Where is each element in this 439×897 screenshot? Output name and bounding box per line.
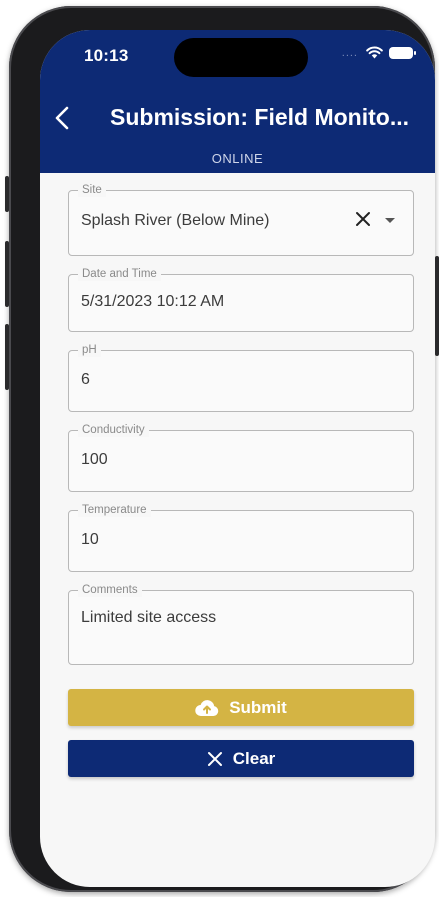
mute-switch bbox=[5, 176, 9, 212]
power-button bbox=[435, 256, 439, 356]
comments-field[interactable]: Comments Limited site access bbox=[68, 583, 414, 665]
volume-up-button bbox=[5, 241, 9, 307]
cloud-upload-icon bbox=[195, 699, 219, 716]
clear-button[interactable]: Clear bbox=[68, 740, 414, 777]
status-time: 10:13 bbox=[84, 46, 129, 65]
app-header: 10:13 .... Submission: Field Monito... O… bbox=[40, 30, 435, 173]
clear-label: Clear bbox=[232, 748, 276, 768]
datetime-value: 5/31/2023 10:12 AM bbox=[81, 293, 225, 310]
site-select[interactable]: Site Splash River (Below Mine) bbox=[68, 183, 414, 256]
clear-site-icon[interactable] bbox=[355, 211, 371, 232]
temperature-field[interactable]: Temperature 10 bbox=[68, 503, 414, 572]
caret-down-icon[interactable] bbox=[385, 218, 395, 223]
temperature-label: Temperature bbox=[78, 503, 151, 517]
connection-status: ONLINE bbox=[211, 151, 264, 166]
phone-frame: 10:13 .... Submission: Field Monito... O… bbox=[5, 6, 439, 892]
wifi-icon bbox=[366, 46, 383, 59]
site-label: Site bbox=[78, 183, 106, 197]
comments-value: Limited site access bbox=[81, 609, 217, 626]
chevron-left-icon bbox=[55, 106, 69, 130]
ph-label: pH bbox=[78, 343, 101, 357]
conductivity-value: 100 bbox=[81, 451, 108, 468]
submit-button[interactable]: Submit bbox=[68, 689, 414, 726]
page-title: Submission: Field Monito... bbox=[110, 104, 409, 130]
conductivity-field[interactable]: Conductivity 100 bbox=[68, 423, 414, 492]
back-button[interactable] bbox=[48, 102, 76, 134]
submit-label: Submit bbox=[229, 697, 287, 717]
ph-field[interactable]: pH 6 bbox=[68, 343, 414, 412]
volume-down-button bbox=[5, 324, 9, 390]
status-icons: .... bbox=[341, 46, 416, 59]
close-icon bbox=[207, 751, 222, 766]
site-value: Splash River (Below Mine) bbox=[81, 212, 270, 229]
datetime-label: Date and Time bbox=[78, 267, 161, 281]
dynamic-island bbox=[174, 38, 308, 77]
app-screen: 10:13 .... Submission: Field Monito... O… bbox=[40, 30, 435, 887]
battery-icon bbox=[389, 46, 416, 59]
conductivity-label: Conductivity bbox=[78, 423, 149, 437]
signal-dots: .... bbox=[341, 46, 358, 59]
comments-label: Comments bbox=[78, 583, 142, 597]
temperature-value: 10 bbox=[81, 531, 99, 548]
datetime-field[interactable]: Date and Time 5/31/2023 10:12 AM bbox=[68, 267, 414, 332]
ph-value: 6 bbox=[81, 371, 90, 388]
